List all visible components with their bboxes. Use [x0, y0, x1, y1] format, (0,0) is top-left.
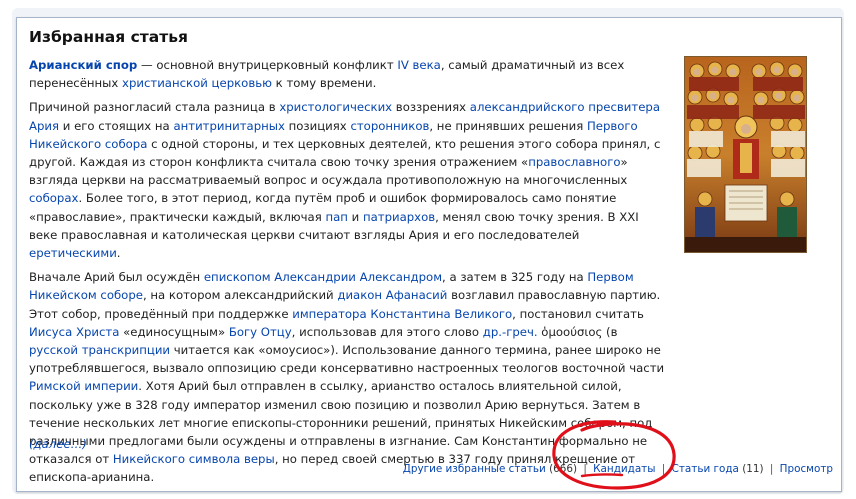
- separator: |: [661, 463, 666, 475]
- text: .: [116, 246, 121, 261]
- text: и его стоящих на: [59, 118, 174, 133]
- articles-of-year-count: (11): [742, 463, 764, 475]
- link-deacon-athanasius[interactable]: диакон Афанасий: [337, 288, 447, 302]
- article-title-link[interactable]: Арианский спор: [29, 58, 137, 72]
- text: и: [347, 209, 363, 224]
- link-russian-transcription[interactable]: русской транскрипции: [29, 343, 170, 357]
- read-more: (далее…): [29, 437, 87, 451]
- link-antitrinitarian[interactable]: антитринитарных: [173, 119, 284, 133]
- text: позициях: [284, 118, 351, 133]
- text: воззрениях: [392, 100, 470, 115]
- link-heretical[interactable]: еретическими: [29, 246, 117, 260]
- paragraph-1: Арианский спор — основной внутрицерковны…: [29, 56, 669, 92]
- paragraph-3: Вначале Арий был осуждён епископом Алекс…: [29, 268, 669, 486]
- link-christian-church[interactable]: христианской церковью: [122, 76, 272, 90]
- link-god-father[interactable]: Богу Отцу: [229, 325, 292, 339]
- nicaea-icon-image[interactable]: [684, 56, 807, 253]
- link-bishop-alexander[interactable]: епископом Александрии Александром: [204, 270, 442, 284]
- articles-of-year-link[interactable]: Статьи года: [672, 463, 739, 475]
- candidates-link[interactable]: Кандидаты: [593, 463, 655, 475]
- link-roman-empire[interactable]: Римской империи: [29, 379, 138, 393]
- view-link[interactable]: Просмотр: [780, 463, 833, 475]
- text: , постановил считать: [512, 306, 644, 321]
- link-patriarchs[interactable]: патриархов: [363, 210, 435, 224]
- panel-title: Избранная статья: [29, 28, 188, 46]
- footer-links: Другие избранные статьи (666) | Кандидат…: [403, 463, 833, 475]
- text: Причиной разногласий стала разница в: [29, 100, 280, 115]
- link-supporters[interactable]: сторонников: [350, 119, 429, 133]
- link-emperor-constantine[interactable]: императора Константина Великого: [292, 307, 512, 321]
- separator: |: [583, 463, 587, 475]
- other-featured-count: (666): [549, 463, 578, 475]
- separator: |: [769, 463, 774, 475]
- text: , использовав для этого слово: [291, 324, 483, 339]
- other-featured-articles-link[interactable]: Другие избранные статьи: [403, 463, 546, 475]
- link-nicene-creed[interactable]: Никейского символа веры: [113, 452, 275, 466]
- featured-article-panel: Избранная статья Арианский спор — основн…: [16, 17, 842, 492]
- link-councils[interactable]: соборах: [29, 191, 78, 205]
- read-more-link[interactable]: (далее…): [29, 437, 87, 451]
- link-jesus-christ[interactable]: Иисуса Христа: [29, 325, 119, 339]
- link-popes[interactable]: пап: [325, 210, 347, 224]
- text: Вначале Арий был осуждён: [29, 270, 204, 285]
- paragraph-2: Причиной разногласий стала разница в хри…: [29, 98, 669, 262]
- text: «единосущным»: [119, 324, 229, 339]
- text: , не принявших решения: [429, 118, 587, 133]
- article-text: Арианский спор — основной внутрицерковны…: [29, 56, 669, 493]
- text: — основной внутрицерковный конфликт: [137, 58, 398, 72]
- link-iv-century[interactable]: IV века: [397, 58, 440, 72]
- text: , на котором александрийский: [142, 288, 338, 303]
- text: ὁμοούσιος (в: [537, 324, 618, 339]
- text: , а затем в 325 году на: [442, 270, 588, 285]
- council-painting-icon: [685, 57, 806, 252]
- text: к тому времени.: [271, 76, 377, 91]
- link-christological[interactable]: христологических: [279, 100, 392, 114]
- link-orthodox[interactable]: православного: [528, 155, 620, 169]
- link-ancient-greek[interactable]: др.-греч.: [483, 325, 538, 339]
